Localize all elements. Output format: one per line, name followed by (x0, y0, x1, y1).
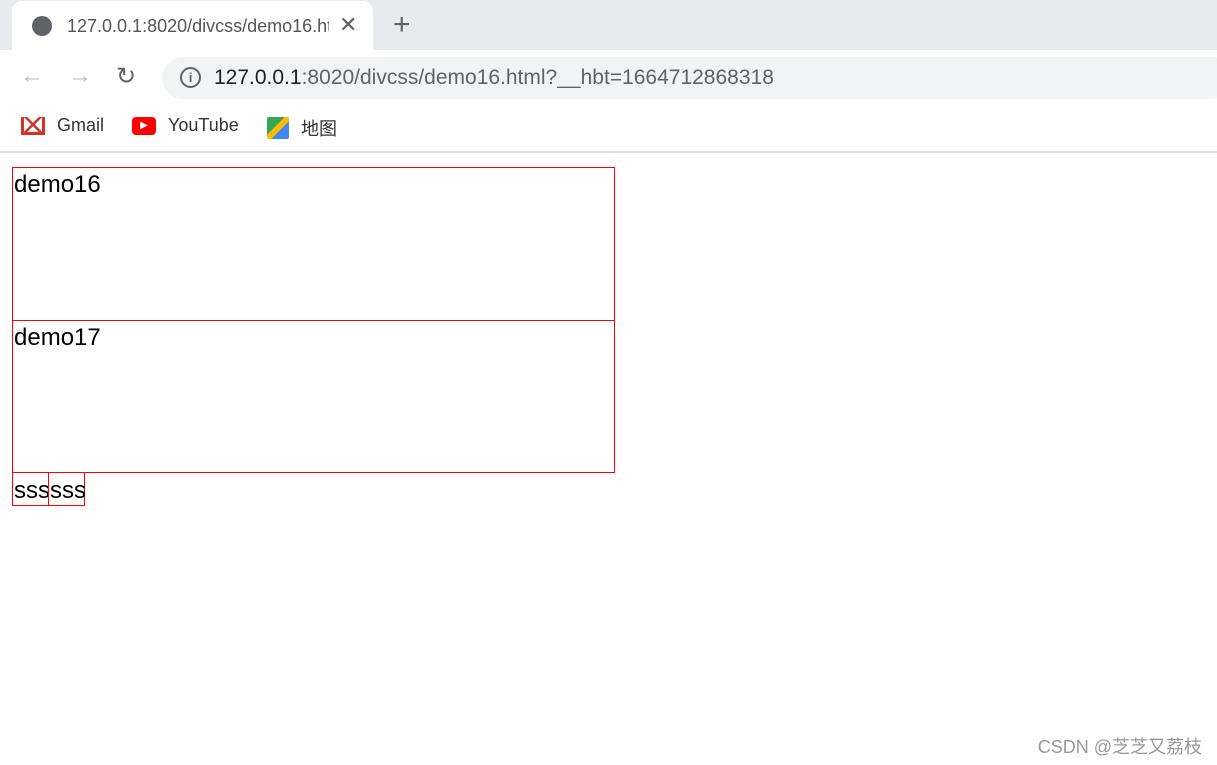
address-bar[interactable]: i 127.0.0.1:8020/divcss/demo16.html?__hb… (162, 57, 1217, 99)
box-text: demo17 (14, 324, 101, 351)
bookmark-label: 地图 (301, 119, 337, 139)
url-host: 127.0.0.1 (214, 66, 302, 89)
new-tab-button[interactable]: + (393, 8, 411, 42)
back-icon[interactable]: ← (20, 62, 44, 90)
bookmark-label: Gmail (57, 115, 105, 135)
box-text: sss (50, 477, 86, 504)
box-text: sss (14, 477, 50, 504)
tab-bar: 127.0.0.1:8020/divcss/demo16.html ✕ + (0, 0, 1217, 50)
info-icon[interactable]: i (180, 67, 201, 88)
gmail-icon (21, 116, 45, 135)
browser-tab[interactable]: 127.0.0.1:8020/divcss/demo16.html ✕ (12, 1, 373, 50)
bookmark-maps[interactable]: 地图 (267, 115, 337, 141)
watermark: CSDN @芝芝又荔枝 (1037, 737, 1202, 757)
maps-icon (267, 117, 289, 139)
demo17-box: demo17 (12, 320, 615, 473)
close-tab-icon[interactable]: ✕ (339, 12, 357, 38)
bookmarks-bar: Gmail ▶ YouTube 地图 (0, 106, 1217, 153)
youtube-icon: ▶ (132, 116, 156, 135)
bookmark-gmail[interactable]: Gmail (21, 115, 104, 136)
demo16-box: demo16 (12, 167, 615, 321)
globe-icon (32, 16, 52, 36)
bookmark-youtube[interactable]: ▶ YouTube (132, 115, 239, 136)
url-text[interactable]: 127.0.0.1:8020/divcss/demo16.html?__hbt=… (214, 66, 774, 90)
toolbar: ← → ↻ i 127.0.0.1:8020/divcss/demo16.htm… (0, 50, 1217, 106)
inline-box: sss (48, 472, 86, 506)
forward-icon[interactable]: → (68, 62, 92, 90)
inline-box: sss (12, 472, 50, 506)
bookmark-label: YouTube (168, 115, 239, 135)
url-path: :8020/divcss/demo16.html?__hbt=166471286… (301, 66, 774, 89)
reload-icon[interactable]: ↻ (116, 62, 136, 91)
box-text: demo16 (14, 171, 101, 198)
tab-title: 127.0.0.1:8020/divcss/demo16.html (67, 16, 329, 36)
